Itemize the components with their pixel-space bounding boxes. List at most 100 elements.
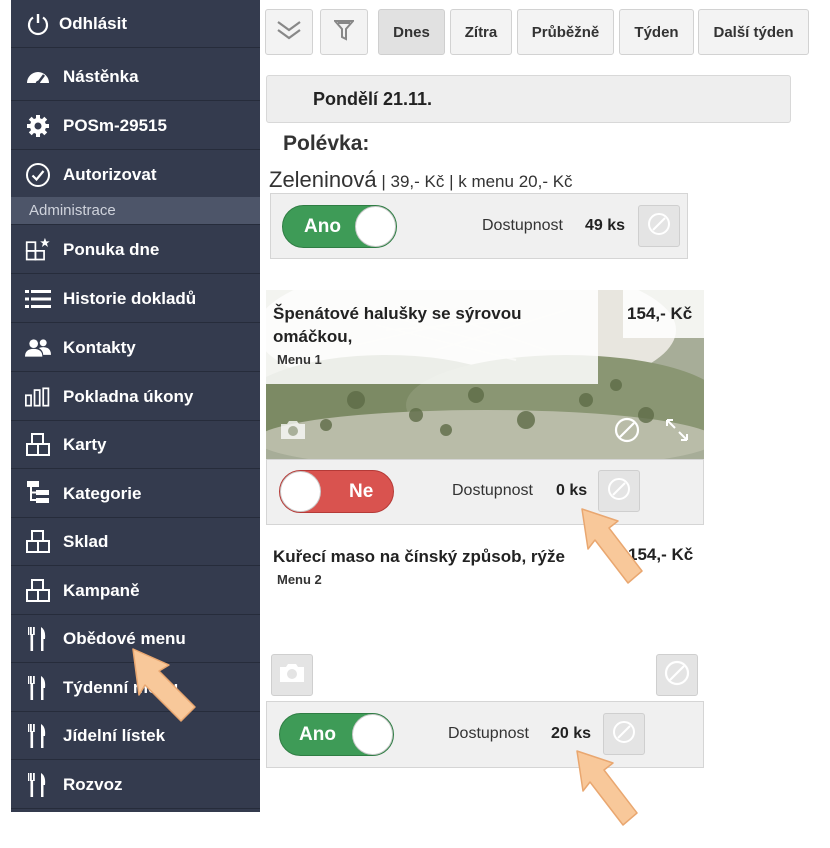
availability-value: 0 ks (556, 482, 588, 499)
sidebar-item-categories[interactable]: Kategorie (11, 470, 260, 518)
edit-availability-button[interactable] (603, 713, 645, 755)
tab-next-week[interactable]: Další týden (698, 9, 809, 55)
sidebar-item-cash-operations[interactable]: Pokladna úkony (11, 373, 260, 421)
availability-label: Dostupnost (482, 217, 563, 234)
no-entry-icon (663, 659, 691, 692)
dish-price: 154,- Kč (627, 304, 693, 323)
toggle-label: Ano (299, 723, 336, 745)
dish-2-controls: Ano Dostupnost 20 ks (266, 701, 704, 768)
sidebar-item-label: Týdenní menu (63, 677, 179, 697)
sidebar-item-authorize[interactable]: Autorizovat (11, 151, 260, 199)
expand-photo-button[interactable] (656, 411, 698, 453)
no-entry-icon (606, 476, 632, 507)
tab-ongoing[interactable]: Průběžně (517, 9, 614, 55)
boxes-icon (25, 432, 51, 458)
availability-value: 20 ks (551, 725, 592, 742)
dish-1-availability-toggle[interactable]: Ne (279, 470, 394, 513)
filter-button[interactable] (320, 9, 368, 55)
sidebar-item-daily-offer[interactable]: Ponuka dne (11, 226, 260, 274)
bar-chart-icon (25, 384, 51, 410)
toggle-label: Ano (304, 215, 341, 237)
soup-availability-toggle[interactable]: Ano (282, 205, 397, 248)
availability-label: Dostupnost (452, 482, 533, 499)
sidebar-item-label: Odhlásit (59, 13, 128, 33)
sidebar-item-label: Jídelní lístek (63, 725, 166, 745)
users-icon (25, 335, 51, 361)
dashboard-icon (25, 64, 51, 90)
sidebar-item-device[interactable]: POSm-29515 (11, 102, 260, 150)
day-header: Pondělí 21.11. (266, 75, 791, 123)
sidebar-item-label: Historie dokladů (63, 288, 197, 308)
sidebar-item-label: Karty (63, 434, 107, 454)
boxes-icon (25, 529, 51, 555)
gear-icon (25, 113, 51, 139)
no-entry-icon (613, 416, 641, 449)
collapse-button[interactable] (265, 9, 313, 55)
boxes-star-icon (25, 237, 51, 263)
sidebar-item-label: Pokladna úkony (63, 386, 194, 406)
sidebar-item-receipts-history[interactable]: Historie dokladů (11, 275, 260, 323)
no-entry-icon (646, 211, 672, 242)
availability-value: 49 ks (585, 217, 626, 234)
sidebar-item-logout[interactable]: Odhlásit (11, 0, 260, 48)
sidebar-item-label: Sklad (63, 531, 109, 551)
cutlery-icon (25, 626, 51, 652)
dish-2-availability-toggle[interactable]: Ano (279, 713, 394, 756)
disable-button[interactable] (606, 411, 648, 453)
disable-button[interactable] (656, 654, 698, 696)
expand-icon (664, 417, 690, 448)
sidebar-item-food-list[interactable]: Jídelní lístek (11, 712, 260, 760)
no-entry-icon (611, 719, 637, 750)
soup-controls: Ano Dostupnost 49 ks (270, 193, 688, 259)
sidebar-section-administration: Administrace (11, 197, 260, 225)
edit-availability-button[interactable] (638, 205, 680, 247)
sidebar-item-dashboard[interactable]: Nástěnka (11, 53, 260, 101)
soup-price-info: | 39,- Kč | k menu 20,- Kč (376, 172, 573, 191)
toggle-knob (352, 714, 393, 755)
dish-menu-label: Menu 1 (277, 352, 322, 367)
dish-2-name: Kuřecí maso na čínský způsob, rýže (273, 547, 565, 566)
toggle-label: Ne (349, 480, 374, 502)
sidebar: Odhlásit Nástěnka POSm-29515 Autorizovat… (11, 0, 260, 812)
sidebar-item-label: Kontakty (63, 337, 136, 357)
soup-line: Zeleninová | 39,- Kč | k menu 20,- Kč (269, 167, 573, 193)
toggle-knob (280, 471, 321, 512)
sidebar-item-contacts[interactable]: Kontakty (11, 324, 260, 372)
edit-availability-button[interactable] (598, 470, 640, 512)
sidebar-item-warehouse[interactable]: Sklad (11, 518, 260, 566)
toggle-knob (355, 206, 396, 247)
sidebar-item-lunch-menu[interactable]: Obědové menu (11, 615, 260, 663)
dish-name-line1: Špenátové halušky se sýrovou (273, 304, 522, 323)
sidebar-item-delivery[interactable]: Rozvoz (11, 761, 260, 809)
availability-label: Dostupnost (448, 725, 529, 742)
sidebar-item-campaigns[interactable]: Kampaně (11, 567, 260, 615)
camera-icon (278, 662, 306, 689)
sidebar-item-label: Kampaně (63, 580, 140, 600)
upload-photo-button[interactable] (271, 654, 313, 696)
sidebar-item-weekly-menu[interactable]: Týdenní menu (11, 664, 260, 712)
sidebar-item-label: Ponuka dne (63, 239, 160, 259)
chevrons-down-icon (276, 19, 302, 45)
list-icon (25, 286, 51, 312)
filter-icon (332, 19, 356, 45)
sidebar-item-label: Nástěnka (63, 66, 139, 86)
power-icon (25, 11, 51, 37)
cutlery-icon (25, 675, 51, 701)
dish-photo: Špenátové halušky se sýrovou omáčkou, Me… (266, 290, 704, 460)
soup-section-title: Polévka: (283, 132, 370, 155)
tab-today[interactable]: Dnes (378, 9, 445, 55)
upload-photo-button[interactable] (272, 411, 314, 453)
tab-week[interactable]: Týden (619, 9, 694, 55)
cutlery-icon (25, 772, 51, 798)
soup-name: Zeleninová (269, 167, 377, 192)
dish-1-controls: Ne Dostupnost 0 ks (266, 459, 704, 525)
sidebar-item-label: Kategorie (63, 483, 142, 503)
dish-name-line2: omáčkou, (273, 327, 353, 346)
dish-2-menu-label: Menu 2 (277, 572, 322, 587)
sidebar-item-cards[interactable]: Karty (11, 421, 260, 469)
camera-icon (279, 419, 307, 446)
tab-tomorrow[interactable]: Zítra (450, 9, 512, 55)
cutlery-icon (25, 723, 51, 749)
check-circle-icon (25, 162, 51, 188)
sidebar-item-label: Autorizovat (63, 164, 157, 184)
